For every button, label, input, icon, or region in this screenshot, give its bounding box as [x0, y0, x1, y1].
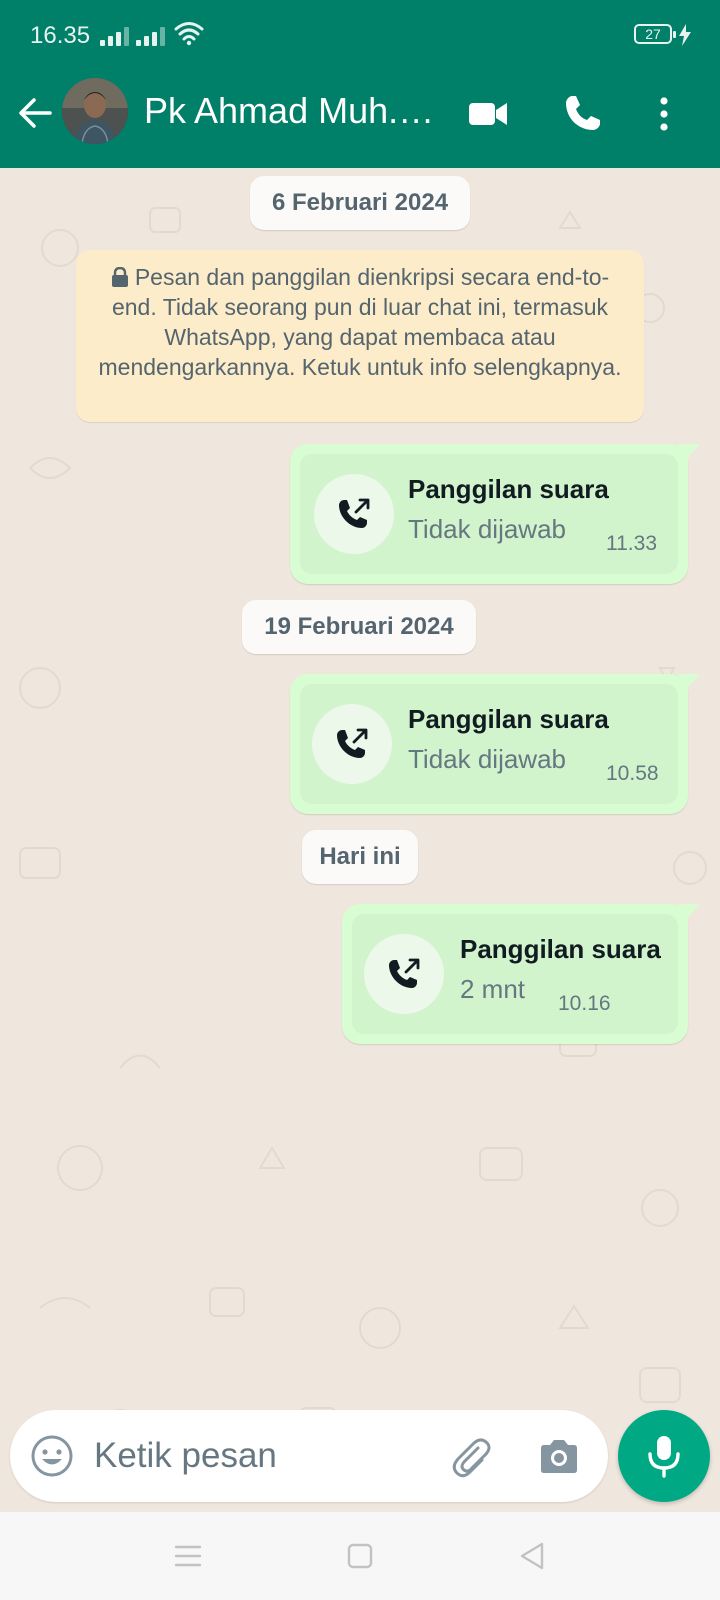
- encryption-notice-text: Pesan dan panggilan dienkripsi secara en…: [98, 264, 622, 380]
- menu-icon[interactable]: [170, 1538, 206, 1574]
- more-vert-icon[interactable]: [642, 92, 686, 136]
- outgoing-call-icon: [389, 958, 420, 988]
- date-divider: 6 Februari 2024: [250, 176, 470, 230]
- charging-icon: [679, 24, 691, 46]
- lock-icon: [111, 267, 128, 287]
- message-time: 10.16: [558, 992, 611, 1015]
- date-divider: Hari ini: [302, 830, 418, 884]
- battery-indicator: 27: [634, 24, 676, 44]
- call-message[interactable]: Panggilan suara 2 mnt 10.16: [342, 904, 700, 1044]
- wifi-icon: [174, 22, 204, 46]
- message-time: 11.33: [606, 532, 657, 555]
- call-title: Panggilan suara: [460, 934, 661, 964]
- call-icon-circle: [364, 934, 444, 1014]
- outgoing-call-icon: [337, 728, 368, 758]
- signal-icon-2: [136, 26, 165, 46]
- contact-name[interactable]: Pk Ahmad Muh.Y...: [144, 90, 444, 132]
- call-message[interactable]: Panggilan suara Tidak dijawab 10.58: [290, 674, 700, 814]
- date-divider: 19 Februari 2024: [242, 600, 476, 654]
- call-icon-circle: [312, 704, 392, 784]
- home-icon[interactable]: [342, 1538, 378, 1574]
- status-bar: 16.35 27: [0, 0, 720, 72]
- mic-icon: [648, 1436, 680, 1478]
- chat-header: Pk Ahmad Muh.Y...: [0, 72, 720, 168]
- video-call-icon[interactable]: [466, 92, 510, 136]
- phone-icon[interactable]: [560, 92, 604, 136]
- emoji-icon[interactable]: [30, 1434, 74, 1478]
- status-time: 16.35: [30, 22, 91, 49]
- avatar[interactable]: [62, 78, 128, 144]
- back-nav-icon[interactable]: [514, 1538, 550, 1574]
- message-composer: [10, 1410, 608, 1502]
- system-nav-bar: [0, 1512, 720, 1600]
- message-time: 10.58: [606, 762, 659, 785]
- call-status: Tidak dijawab: [408, 744, 567, 774]
- arrow-left-icon[interactable]: [14, 92, 56, 134]
- app-header: 16.35 27 Pk Ahmad Muh.Y...: [0, 0, 720, 168]
- outgoing-call-icon: [339, 498, 370, 528]
- camera-icon[interactable]: [536, 1434, 582, 1480]
- message-input[interactable]: [94, 1432, 414, 1480]
- voice-record-button[interactable]: [618, 1410, 710, 1502]
- call-icon-circle: [314, 474, 394, 554]
- call-duration: 2 mnt: [460, 974, 526, 1004]
- signal-icon: [100, 26, 129, 46]
- chat-area[interactable]: 6 Februari 2024 Pesan dan panggilan dien…: [0, 168, 720, 1508]
- call-message[interactable]: Panggilan suara Tidak dijawab 11.33: [290, 444, 700, 584]
- call-title: Panggilan suara: [408, 474, 609, 504]
- call-title: Panggilan suara: [408, 704, 609, 734]
- encryption-notice[interactable]: Pesan dan panggilan dienkripsi secara en…: [76, 250, 644, 422]
- call-status: Tidak dijawab: [408, 514, 567, 544]
- paperclip-icon[interactable]: [448, 1434, 494, 1480]
